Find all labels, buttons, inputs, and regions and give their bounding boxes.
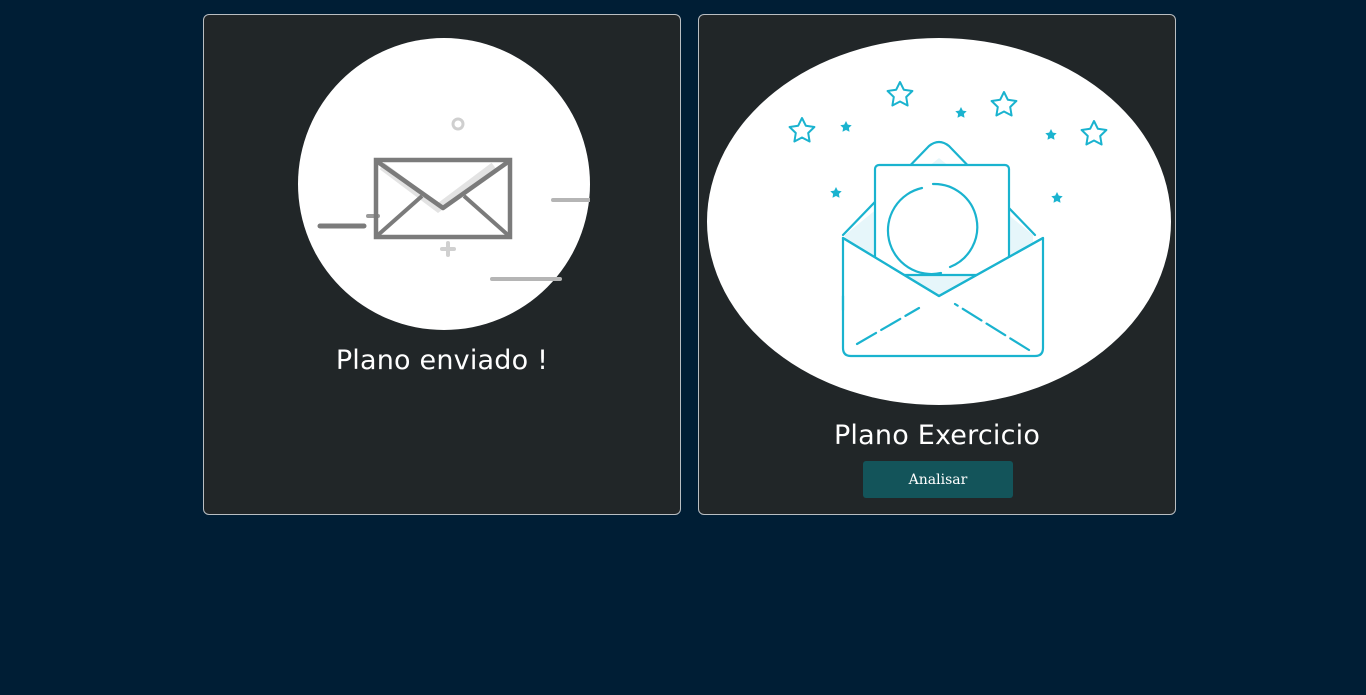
analyze-button[interactable]: Analisar: [863, 461, 1013, 498]
exercise-plan-title: Plano Exercicio: [833, 420, 1041, 451]
envelope-sent-icon: [298, 38, 590, 330]
sent-plan-card: Plano enviado !: [203, 14, 681, 515]
sent-plan-title: Plano enviado !: [335, 345, 549, 376]
exercise-plan-card: Plano Exercicio Analisar: [698, 14, 1176, 515]
open-envelope-stars-icon: [707, 38, 1171, 405]
